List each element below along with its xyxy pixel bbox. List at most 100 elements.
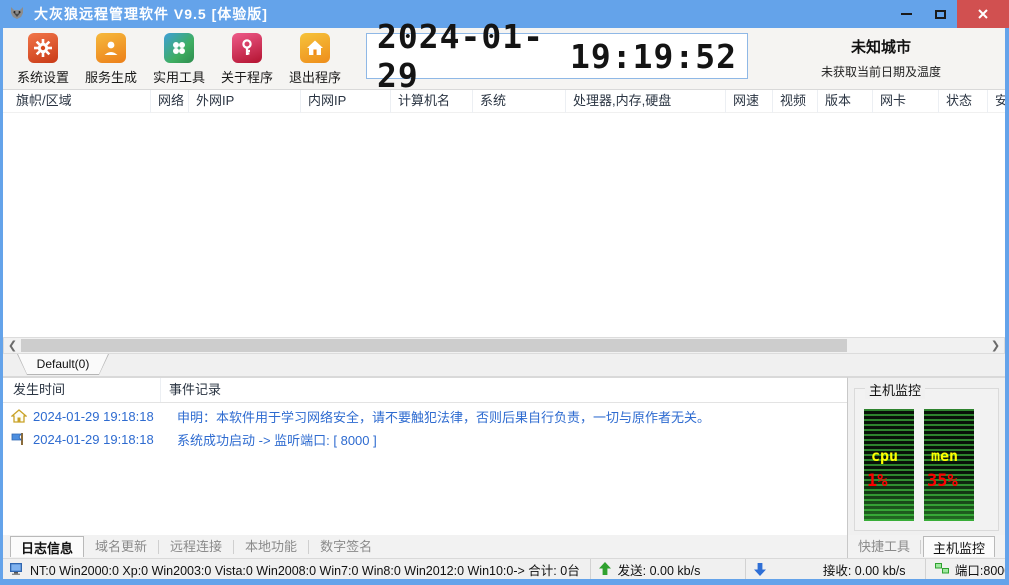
column-network[interactable]: 网络	[151, 90, 189, 113]
receive-segment	[744, 559, 821, 579]
maximize-button[interactable]	[923, 0, 957, 28]
tab-domain-update[interactable]: 域名更新	[84, 539, 160, 554]
column-system[interactable]: 系统	[473, 90, 566, 113]
up-arrow-icon	[598, 562, 611, 575]
send-speed-text: 发送: 0.00 kb/s	[617, 563, 701, 578]
column-net-card[interactable]: 网卡	[873, 90, 939, 113]
status-bar: NT:0 Win2000:0 Xp:0 Win2003:0 Vista:0 Wi…	[3, 558, 1005, 579]
clock-time: 19:19:52	[570, 36, 737, 76]
port-text: 端口:8000	[954, 563, 1005, 578]
group-tab-default-label: Default(0)	[18, 354, 108, 374]
log-header: 发生时间 事件记录	[3, 378, 847, 403]
host-grid-header: 旗帜/区域 网络 外网IP 内网IP 计算机名 系统 处理器,内存,硬盘 网速 …	[3, 90, 1005, 113]
wolf-app-icon	[11, 7, 23, 19]
column-cpu-mem-disk[interactable]: 处理器,内存,硬盘	[566, 90, 726, 113]
log-column-time[interactable]: 发生时间	[3, 378, 161, 402]
service-generate-button[interactable]: 服务生成	[81, 31, 141, 87]
memory-gauge-label: men	[931, 447, 959, 465]
column-flag-region[interactable]: 旗帜/区域	[3, 90, 151, 113]
tab-quick-tools[interactable]: 快捷工具	[848, 539, 922, 554]
minimize-icon	[900, 13, 912, 15]
key-icon	[232, 33, 262, 63]
port-segment: 端口:8000	[926, 559, 1005, 579]
tab-remote-connect[interactable]: 远程连接	[159, 539, 235, 554]
clock-date: 2024-01-29	[377, 17, 544, 95]
city-name: 未知城市	[850, 39, 911, 56]
minimize-button[interactable]	[889, 0, 923, 28]
exit-program-button[interactable]: 退出程序	[285, 31, 345, 87]
window-content: 系统设置 服务生成 实用工具 关于程序 退出程序 2024-01-29 19:1…	[3, 17, 1005, 579]
column-net-speed[interactable]: 网速	[726, 90, 773, 113]
log-time: 2024-01-29 19:18:18	[33, 408, 154, 424]
exit-program-label: 退出程序	[288, 70, 341, 85]
flag-icon	[11, 433, 23, 445]
column-security[interactable]: 安	[988, 90, 1005, 113]
receive-text-segment: 接收: 0.00 kb/s	[821, 559, 925, 579]
column-version[interactable]: 版本	[818, 90, 873, 113]
tab-host-monitor[interactable]: 主机监控	[923, 536, 996, 557]
clover-icon	[164, 33, 194, 63]
computer-icon	[10, 563, 22, 575]
system-settings-label: 系统设置	[16, 70, 69, 85]
column-internal-ip[interactable]: 内网IP	[301, 90, 391, 113]
memory-gauge-value: 35%	[927, 471, 958, 491]
column-external-ip[interactable]: 外网IP	[189, 90, 301, 113]
os-counts-text: NT:0 Win2000:0 Xp:0 Win2003:0 Vista:0 Wi…	[30, 563, 580, 578]
utility-tools-button[interactable]: 实用工具	[149, 31, 209, 87]
tab-log-info[interactable]: 日志信息	[10, 536, 85, 557]
utility-tools-label: 实用工具	[152, 70, 205, 85]
toolbar-buttons: 系统设置 服务生成 实用工具 关于程序 退出程序	[13, 31, 345, 87]
memory-gauge: men 35%	[924, 409, 974, 521]
weather-panel: 未知城市 未获取当前日期及温度	[761, 32, 1001, 86]
down-arrow-icon	[753, 563, 766, 576]
host-monitor-panel: 主机监控 cpu 1% men 35%	[848, 377, 1005, 535]
column-video[interactable]: 视频	[773, 90, 818, 113]
about-program-button[interactable]: 关于程序	[217, 31, 277, 87]
network-icon	[934, 563, 949, 574]
close-button[interactable]	[957, 0, 1009, 28]
log-time: 2024-01-29 19:18:18	[33, 431, 154, 447]
group-tab-strip: Default(0)	[3, 354, 1005, 377]
send-segment: 发送: 0.00 kb/s	[589, 559, 745, 579]
cpu-gauge-label: cpu	[871, 447, 899, 465]
host-grid-body[interactable]	[3, 113, 1005, 337]
scroll-left-arrow-icon[interactable]: ❮	[4, 338, 21, 353]
toolbar: 系统设置 服务生成 实用工具 关于程序 退出程序 2024-01-29 19:1…	[3, 17, 1005, 95]
gear-icon	[28, 33, 58, 63]
column-status[interactable]: 状态	[939, 90, 988, 113]
cpu-gauge: cpu 1%	[864, 409, 914, 521]
about-program-label: 关于程序	[220, 70, 273, 85]
app-window: 大灰狼远程管理软件 V9.5 [体验版] 系统设置 服务生成 实用工具 关于程序…	[0, 0, 1009, 585]
log-event: 系统成功启动 -> 监听端口: [ 8000 ]	[177, 432, 377, 448]
log-event: 申明：本软件用于学习网络安全，请不要触犯法律，否则后果自行负责，一切与原作者无关…	[177, 409, 711, 425]
house-icon	[11, 409, 27, 423]
service-generate-label: 服务生成	[84, 70, 137, 85]
receive-speed-text: 接收: 0.00 kb/s	[822, 563, 906, 578]
window-title: 大灰狼远程管理软件 V9.5 [体验版]	[34, 6, 268, 22]
column-computer-name[interactable]: 计算机名	[391, 90, 473, 113]
horizontal-scrollbar[interactable]: ❮ ❯	[3, 337, 1005, 354]
os-count-segment: NT:0 Win2000:0 Xp:0 Win2003:0 Vista:0 Wi…	[3, 559, 590, 579]
scroll-right-arrow-icon[interactable]: ❯	[987, 338, 1004, 353]
host-monitor-title: 主机监控	[865, 380, 926, 399]
tab-local-functions[interactable]: 本地功能	[234, 539, 310, 554]
window-controls	[889, 0, 1009, 28]
log-row[interactable]: 2024-01-29 19:18:18 申明：本软件用于学习网络安全，请不要触犯…	[3, 406, 847, 426]
scrollbar-thumb[interactable]	[21, 339, 847, 352]
bottom-tabs-left: 日志信息 域名更新 远程连接 本地功能 数字签名	[3, 535, 848, 558]
log-column-event[interactable]: 事件记录	[161, 378, 221, 402]
digital-clock: 2024-01-29 19:19:52	[366, 17, 748, 95]
group-tab-default[interactable]: Default(0)	[17, 354, 109, 375]
home-icon	[300, 33, 330, 63]
weather-note: 未获取当前日期及温度	[820, 65, 941, 79]
maximize-icon	[934, 9, 946, 19]
user-icon	[96, 33, 126, 63]
system-settings-button[interactable]: 系统设置	[13, 31, 73, 87]
close-icon	[978, 9, 988, 19]
cpu-gauge-value: 1%	[867, 471, 888, 491]
host-monitor-groupbox: 主机监控 cpu 1% men 35%	[854, 380, 999, 531]
log-panel: 发生时间 事件记录 2024-01-29 19:18:18 申明：本软件用于学习…	[3, 377, 848, 535]
tab-digital-signature[interactable]: 数字签名	[309, 539, 383, 554]
log-row[interactable]: 2024-01-29 19:18:18 系统成功启动 -> 监听端口: [ 80…	[3, 429, 847, 449]
bottom-tabs-right: 快捷工具 主机监控	[848, 535, 1005, 558]
